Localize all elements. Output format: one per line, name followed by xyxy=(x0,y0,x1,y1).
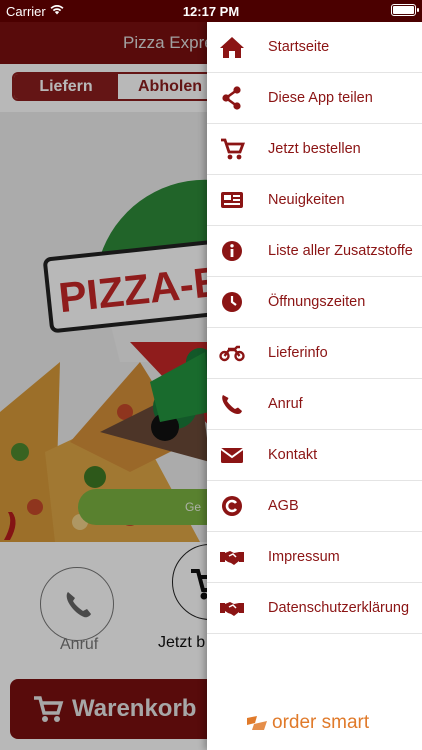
menu-item-call[interactable]: Anruf xyxy=(207,379,422,430)
menu-item-impressum[interactable]: Impressum xyxy=(207,532,422,583)
menu-label: Jetzt bestellen xyxy=(268,141,361,157)
brand-text: order smart xyxy=(272,712,370,733)
menu-label: Impressum xyxy=(268,549,340,565)
menu-item-order[interactable]: Jetzt bestellen xyxy=(207,124,422,175)
clock-time: 12:17 PM xyxy=(182,4,240,19)
share-icon xyxy=(222,86,241,110)
newspaper-icon xyxy=(221,192,243,208)
menu-item-additives[interactable]: Liste aller Zusatzstoffe xyxy=(207,226,422,277)
home-icon xyxy=(220,37,244,58)
side-drawer: Startseite Diese App teilen Jetzt bestel… xyxy=(207,22,422,750)
menu-label: Neuigkeiten xyxy=(268,192,345,208)
menu-label: Datenschutzerklärung xyxy=(268,600,410,616)
menu-item-contact[interactable]: Kontakt xyxy=(207,430,422,481)
menu-item-agb[interactable]: AGB xyxy=(207,481,422,532)
menu-label: Öffnungszeiten xyxy=(268,294,366,310)
menu-label: Diese App teilen xyxy=(268,90,373,106)
menu-item-opening-hours[interactable]: Öffnungszeiten xyxy=(207,277,422,328)
menu-label: Liste aller Zusatzstoffe xyxy=(268,243,413,259)
menu-item-privacy[interactable]: Datenschutzerklärung xyxy=(207,583,422,634)
motorcycle-icon xyxy=(219,345,245,362)
cart-icon xyxy=(221,138,245,160)
battery-icon xyxy=(391,4,419,16)
handshake-icon xyxy=(220,602,244,616)
menu-label: AGB xyxy=(268,498,299,514)
menu-item-share[interactable]: Diese App teilen xyxy=(207,73,422,124)
menu-label: Lieferinfo xyxy=(268,345,328,361)
order-smart-logo-icon xyxy=(247,716,267,730)
phone-icon xyxy=(222,395,242,414)
menu-label: Kontakt xyxy=(268,447,318,463)
handshake-icon xyxy=(220,551,244,565)
menu-item-delivery-info[interactable]: Lieferinfo xyxy=(207,328,422,379)
info-icon xyxy=(222,241,242,261)
status-bar: Carrier 12:17 PM xyxy=(0,0,422,22)
menu-label: Anruf xyxy=(268,396,303,412)
copyright-icon xyxy=(222,496,242,516)
clock-icon xyxy=(222,292,242,312)
menu-label: Startseite xyxy=(268,39,330,55)
menu-item-news[interactable]: Neuigkeiten xyxy=(207,175,422,226)
menu-item-startseite[interactable]: Startseite xyxy=(207,22,422,73)
envelope-icon xyxy=(220,448,244,463)
